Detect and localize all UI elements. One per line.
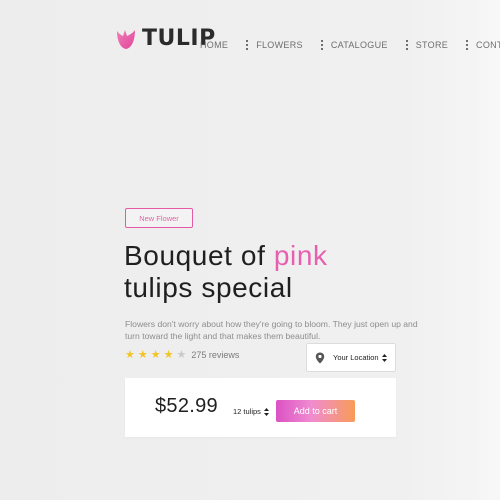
star-icon: ★ (125, 349, 135, 361)
star-icon: ★ (150, 349, 161, 361)
location-select[interactable]: Your Location (306, 343, 396, 372)
dots-separator-icon (466, 40, 469, 50)
quantity-label: 12 tulips (233, 407, 261, 416)
new-flower-badge: New Flower (125, 208, 193, 228)
page-title: Bouquet of pink tulips special (124, 240, 384, 304)
product-description: Flowers don't worry about how they're go… (125, 319, 418, 341)
nav-item-catalogue[interactable]: CATALOGUE (331, 40, 388, 50)
title-accent: pink (273, 240, 328, 271)
title-part-2: tulips special (124, 272, 293, 303)
rating: ★ ★ ★ ★ ★ 275 reviews (125, 349, 239, 361)
nav-item-flowers[interactable]: FLOWERS (256, 40, 303, 50)
tulip-icon (117, 29, 135, 49)
dots-separator-icon (320, 40, 323, 50)
add-to-cart-button[interactable]: Add to cart (276, 400, 355, 422)
nav-item-contact[interactable]: CONTACT (476, 40, 500, 50)
product-price: $52.99 (155, 395, 218, 417)
star-icon: ★ (137, 349, 148, 361)
purchase-card: $52.99 12 tulips Add to cart (125, 378, 396, 437)
sort-arrows-icon (263, 407, 269, 416)
dots-separator-icon (405, 40, 408, 50)
title-part-1: Bouquet of (124, 240, 274, 271)
reviews-count[interactable]: 275 reviews (191, 350, 239, 360)
dots-separator-icon (246, 40, 249, 50)
nav-item-home[interactable]: HOME (200, 40, 228, 50)
sort-arrows-icon (381, 353, 387, 362)
quantity-select[interactable]: 12 tulips (233, 407, 269, 416)
location-label: Your Location (333, 353, 379, 362)
star-empty-icon: ★ (176, 349, 187, 361)
star-icon: ★ (163, 349, 174, 361)
nav-item-store[interactable]: STORE (416, 40, 448, 50)
right-edge-fade (476, 0, 500, 500)
main-navigation: HOME FLOWERS CATALOGUE STORE CONTACT (200, 40, 500, 50)
map-pin-icon (315, 352, 325, 363)
